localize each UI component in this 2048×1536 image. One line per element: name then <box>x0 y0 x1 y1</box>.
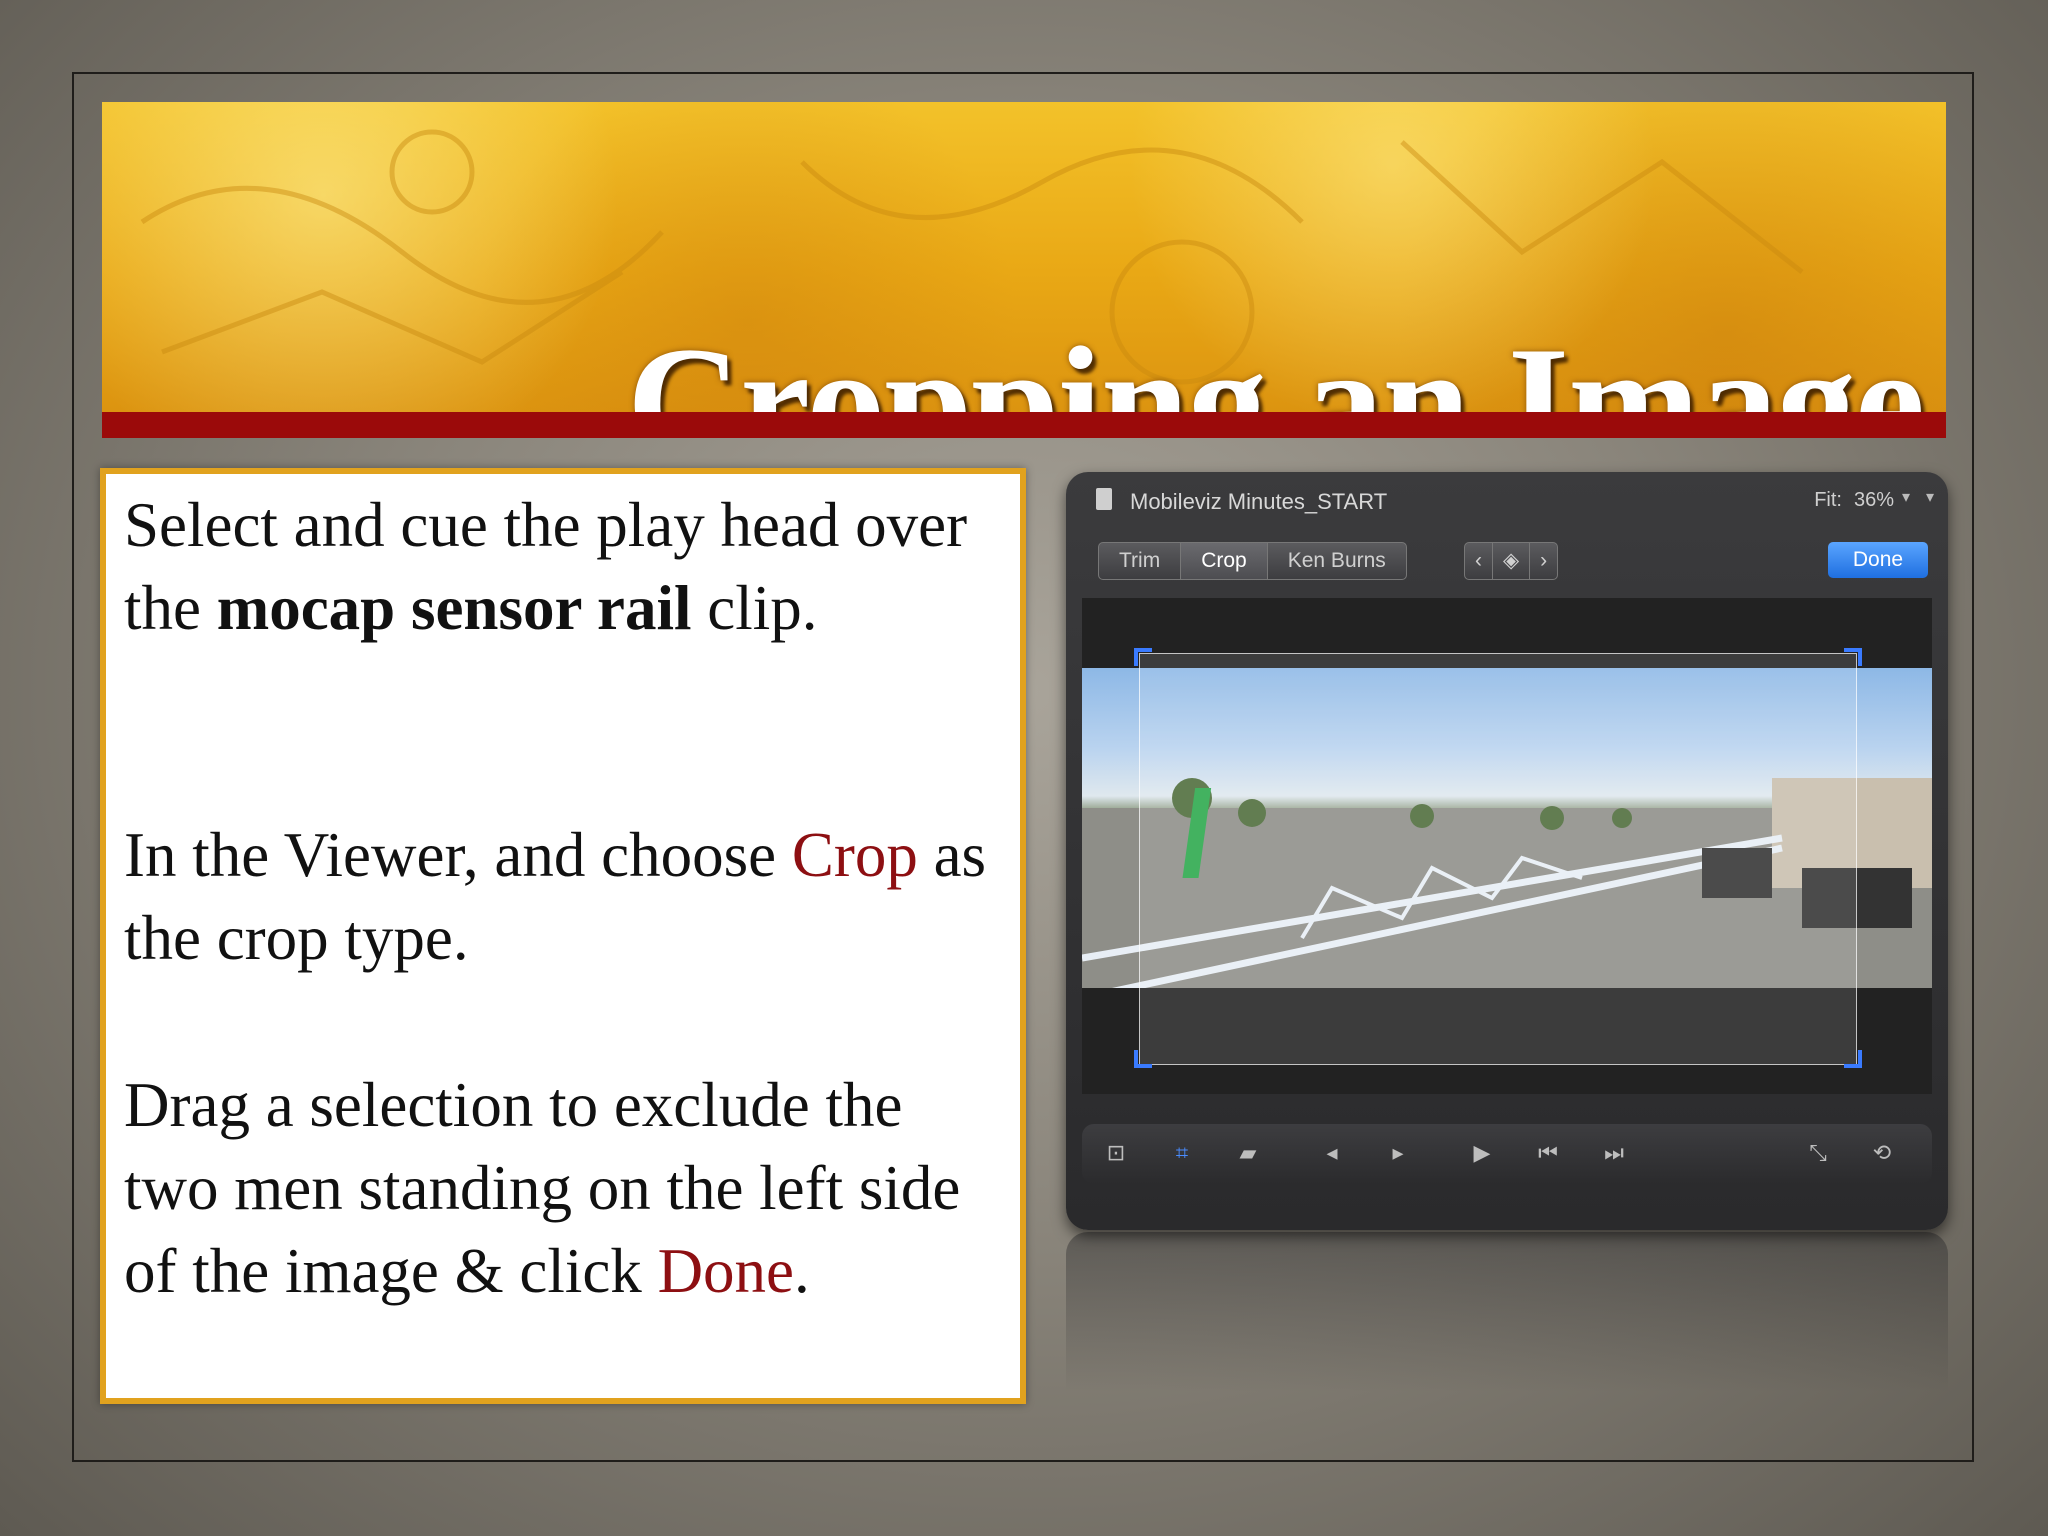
loop-icon[interactable]: ⟲ <box>1858 1136 1906 1172</box>
instruction-paragraph-1: Select and cue the play head over the mo… <box>124 484 1004 650</box>
prev-frame-icon[interactable]: ◂ <box>1308 1136 1356 1172</box>
p1-end: clip. <box>691 573 818 643</box>
distort-icon[interactable]: ▰ <box>1224 1136 1272 1172</box>
play-icon[interactable]: ▶ <box>1458 1136 1506 1172</box>
instruction-paragraph-3: Drag a selection to exclude the two men … <box>124 1064 1004 1313</box>
crop-icon[interactable]: ⌗ <box>1158 1136 1206 1172</box>
options-menu-icon[interactable]: ▾ <box>1926 487 1934 506</box>
viewer-toolbar: ⊡ ⌗ ▰ ◂ ▸ ▶ ⏮ ⏭ ⤡ ⟲ <box>1082 1124 1932 1184</box>
p1-bold: mocap sensor rail <box>216 573 692 643</box>
tab-ken-burns[interactable]: Ken Burns <box>1268 543 1406 579</box>
p3-text: Drag a selection to exclude the two men … <box>124 1070 961 1306</box>
document-icon <box>1096 488 1112 510</box>
swap-icon[interactable]: ◈ <box>1493 543 1531 579</box>
chevron-down-icon[interactable]: ▾ <box>1902 487 1910 506</box>
slide-title: Cropping an Image <box>627 315 1925 413</box>
viewer-title: Mobileviz Minutes_START <box>1130 489 1388 514</box>
viewer-canvas[interactable] <box>1082 598 1932 1094</box>
crop-selection[interactable] <box>1139 653 1857 1065</box>
go-to-end-icon[interactable]: ⏭ <box>1590 1136 1638 1172</box>
crop-handle-bottom-left[interactable] <box>1134 1050 1152 1068</box>
p2-highlight: Crop <box>791 820 918 890</box>
p3-highlight: Done <box>657 1236 795 1306</box>
go-to-start-icon[interactable]: ⏮ <box>1524 1136 1572 1172</box>
viewer-reflection <box>1066 1232 1948 1432</box>
fit-value-dropdown[interactable]: 36% <box>1854 489 1894 512</box>
tab-trim[interactable]: Trim <box>1099 543 1182 579</box>
fit-label: Fit: <box>1814 489 1842 511</box>
done-button[interactable]: Done <box>1828 542 1928 578</box>
chevron-right-icon[interactable]: › <box>1530 543 1557 579</box>
instruction-box: Select and cue the play head over the mo… <box>100 468 1026 1404</box>
crop-overlay-icon[interactable]: ⊡ <box>1092 1136 1140 1172</box>
crop-handle-top-left[interactable] <box>1134 648 1152 666</box>
chevron-left-icon[interactable]: ‹ <box>1465 543 1493 579</box>
instruction-paragraph-2: In the Viewer, and choose Crop as the cr… <box>124 814 1004 980</box>
p3-end: . <box>794 1236 810 1306</box>
crop-handle-bottom-right[interactable] <box>1844 1050 1862 1068</box>
title-banner: Cropping an Image <box>102 102 1946 412</box>
next-frame-icon[interactable]: ▸ <box>1374 1136 1422 1172</box>
title-underline-bar <box>102 412 1946 438</box>
p2-text: In the Viewer, and choose <box>124 820 792 890</box>
crop-type-tabs: Trim Crop Ken Burns <box>1098 542 1407 580</box>
crop-handle-top-right[interactable] <box>1844 648 1862 666</box>
nav-controls: ‹ ◈ › <box>1464 542 1559 580</box>
tab-crop[interactable]: Crop <box>1181 543 1268 579</box>
viewer-window: Mobileviz Minutes_START Fit: 36% ▾ ▾ Tri… <box>1066 472 1948 1230</box>
fullscreen-icon[interactable]: ⤡ <box>1794 1136 1842 1172</box>
